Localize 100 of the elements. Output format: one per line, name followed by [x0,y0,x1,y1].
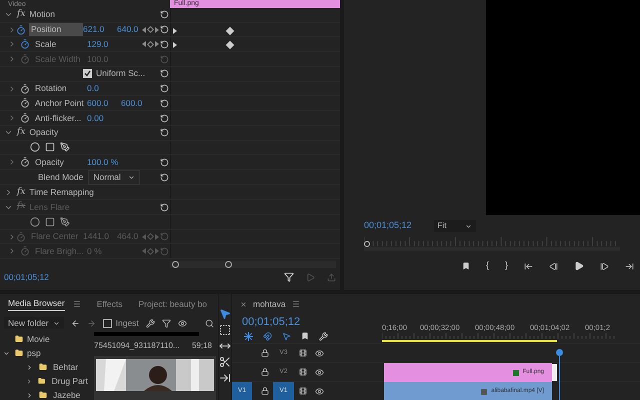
property-value[interactable]: 100.0 % [87,156,121,169]
fx-toggle[interactable]: fx [17,200,26,214]
forward-icon[interactable] [86,318,96,328]
go-to-out-icon[interactable] [625,262,634,270]
property-value[interactable]: 640.0 [117,23,142,36]
sync-lock-icon[interactable] [299,387,307,395]
search-icon[interactable] [205,318,214,328]
checkbox-label: Uniform Sc... [96,67,146,80]
razor-tool-icon[interactable] [219,356,231,368]
visibility-icon[interactable] [315,368,324,376]
rectangle-mask-icon[interactable] [45,142,55,152]
folder-name[interactable]: Movie [27,332,50,346]
effect-name: Motion [29,8,55,22]
lock-icon[interactable] [261,368,269,376]
panel-tab[interactable]: Project: beauty bo [138,298,208,310]
timecode[interactable]: 00;01;05;12 [4,270,49,284]
fx-toggle[interactable]: fx [17,126,26,140]
property-value[interactable]: 0.00 [87,112,121,124]
sequence-tab[interactable]: mohtava [253,298,286,310]
visibility-icon[interactable] [315,386,324,396]
play-icon[interactable] [574,261,584,271]
pen-mask-icon[interactable] [60,216,70,227]
stopwatch-icon[interactable] [20,113,30,123]
stopwatch-icon[interactable] [20,98,30,108]
property-value[interactable]: 600.0 [121,96,146,110]
blend-mode-dropdown[interactable]: Normal [88,170,140,185]
fx-toggle[interactable]: fx [17,186,26,200]
mark-in-button[interactable]: { [486,259,489,273]
zoom-dropdown[interactable]: Fit [434,220,476,232]
property-value[interactable]: 600.0 [87,96,121,110]
property-name: Anchor Point [34,96,85,110]
mark-out-button[interactable]: } [504,259,508,273]
folder-name[interactable]: psp [27,346,41,360]
property-value[interactable]: 129.0 [87,38,121,51]
effect-name: Time Remapping [29,186,94,199]
folder-icon [39,391,47,399]
ingest-checkbox[interactable] [102,318,112,328]
expand-chevron-icon[interactable] [8,84,16,93]
snap-icon[interactable] [263,332,272,340]
keyframe-scrollbar[interactable] [170,261,336,268]
wrench-icon[interactable] [146,318,155,328]
clip-end-handle[interactable] [552,364,557,381]
timecode[interactable]: 00;01;05;12 [364,219,412,233]
property-name: Scale [34,38,58,51]
playhead[interactable] [556,349,563,400]
clip-duration: 59;18 [192,340,212,352]
collapse-chevron-icon[interactable] [3,350,10,356]
panel-tab[interactable]: Media Browser [8,297,65,311]
filter-icon[interactable] [162,318,171,328]
lock-icon[interactable] [261,387,269,395]
expand-chevron-icon[interactable] [8,158,16,166]
property-value[interactable]: 621.0 [83,23,117,36]
checkbox[interactable] [83,69,92,78]
expand-chevron-icon[interactable] [4,188,13,197]
filter-icon[interactable] [284,272,294,282]
previous-keyframe-icon[interactable] [142,26,146,33]
close-icon[interactable] [240,300,247,308]
pen-mask-icon[interactable] [60,142,70,152]
folder-name[interactable]: Jazebe [53,388,80,400]
linked-selection-icon[interactable] [282,332,291,340]
next-keyframe-icon[interactable] [155,26,159,33]
panel-menu-icon[interactable] [292,300,300,308]
previous-keyframe-icon[interactable] [142,41,146,48]
marker-icon[interactable] [301,332,309,340]
visibility-icon[interactable] [315,348,324,358]
expand-chevron-icon[interactable] [8,114,16,122]
fx-toggle[interactable]: fx [17,8,26,22]
timecode[interactable]: 00;01;05;12 [232,314,382,329]
lock-icon[interactable] [261,349,269,357]
back-icon[interactable] [70,318,80,328]
slip-tool-icon[interactable] [219,372,231,384]
property-value[interactable]: 0.0 [87,82,121,95]
step-forward-icon[interactable] [600,262,609,270]
folder-icon [15,335,23,343]
stopwatch-icon[interactable] [20,84,30,94]
marker-icon[interactable] [462,262,470,270]
settings-icon[interactable] [319,332,328,340]
sync-lock-icon[interactable] [299,368,307,376]
keyframe-start-marker [173,42,177,48]
folder-name[interactable]: Behtar [53,360,78,374]
rectangle-mask-icon[interactable] [45,216,55,227]
folder-icon [15,349,23,357]
selection-tool-icon[interactable] [219,308,231,320]
folder-name[interactable]: Drug Part [52,374,88,388]
stopwatch-icon[interactable] [16,24,26,35]
step-back-icon[interactable] [549,262,558,270]
track-select-tool-icon[interactable] [219,324,231,336]
next-keyframe-icon[interactable] [155,41,159,48]
keyframe-start-marker [173,28,177,34]
ellipse-mask-icon[interactable] [30,142,40,152]
sync-lock-icon[interactable] [299,349,307,357]
stopwatch-icon[interactable] [20,157,30,168]
view-icon[interactable] [178,318,187,328]
folder-dropdown[interactable]: New folder [4,316,64,330]
go-to-in-icon[interactable] [524,262,533,270]
snowflake-icon[interactable] [244,332,253,340]
panel-tab[interactable]: Effects [96,298,123,310]
ingest-label: Ingest [116,316,139,330]
panel-menu-icon[interactable] [72,300,81,308]
stopwatch-icon[interactable] [20,39,30,50]
